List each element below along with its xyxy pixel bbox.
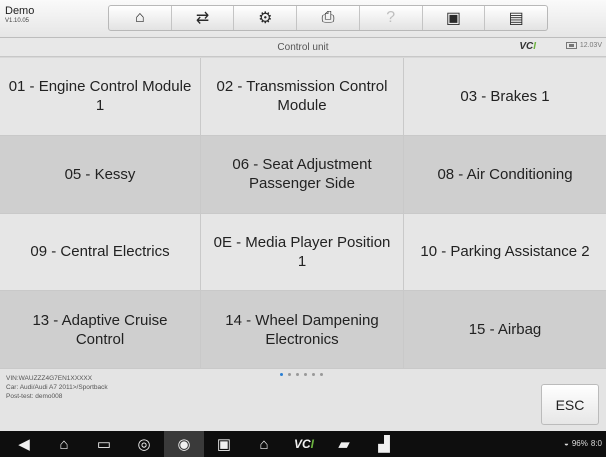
recent-apps-icon[interactable]: ▭ <box>84 431 124 457</box>
workshop-icon[interactable]: ▟ <box>364 431 404 457</box>
vci-nav-icon[interactable]: VC I <box>284 431 324 457</box>
control-unit-button[interactable]: 05 - Kessy <box>0 135 201 214</box>
control-unit-button[interactable]: 0E - Media Player Position 1 <box>201 213 404 292</box>
print-button[interactable]: ⎙ <box>297 6 360 30</box>
app-version: V1.10.05 <box>5 18 30 24</box>
car-battery-icon <box>565 42 577 49</box>
control-unit-button[interactable]: 02 - Transmission Control Module <box>201 58 404 136</box>
vehicle-info: VIN:WAUZZZ4G7EN1XXXXX Car: Audi/Audi A7 … <box>6 374 108 401</box>
home-icon: ⌂ <box>135 9 145 26</box>
vci-label-accent: I <box>533 41 536 52</box>
home-button[interactable]: ⌂ <box>109 6 172 30</box>
control-unit-button[interactable]: 14 - Wheel Dampening Electronics <box>201 291 404 369</box>
battery-indicator: 12.03V <box>565 42 602 49</box>
screen-record-icon[interactable]: ▣ <box>204 431 244 457</box>
esc-button[interactable]: ESC <box>541 384 599 425</box>
save-button[interactable]: ▣ <box>423 6 486 30</box>
home-nav-icon[interactable]: ⌂ <box>44 431 84 457</box>
car-text: Car: Audi/Audi A7 2011>/Sportback <box>6 384 108 391</box>
car-icon[interactable]: ▰ <box>324 431 364 457</box>
battery-percent: 96% <box>571 439 588 448</box>
page-dot[interactable] <box>312 373 315 376</box>
camera-icon[interactable]: ◉ <box>164 431 204 457</box>
page-indicator <box>280 373 323 376</box>
app-name: Demo <box>5 5 35 17</box>
app-window: Demo V1.10.05 ⌂ ⇄ ⚙ ⎙ ? ▣ ▤ Control unit… <box>0 0 606 431</box>
message-icon: ▤ <box>508 10 524 27</box>
control-unit-button[interactable]: 06 - Seat Adjustment Passenger Side <box>201 135 404 214</box>
back-icon[interactable]: ◀ <box>4 431 44 457</box>
post-test-text: Post-test: demo008 <box>6 393 63 400</box>
page-dot[interactable] <box>288 373 291 376</box>
control-unit-button[interactable]: 08 - Air Conditioning <box>404 135 606 214</box>
header-bar: Demo V1.10.05 ⌂ ⇄ ⚙ ⎙ ? ▣ ▤ <box>0 0 606 38</box>
vci-label: VC <box>519 41 534 52</box>
vehicle-swap-icon: ⇄ <box>195 10 210 27</box>
control-unit-button[interactable]: 09 - Central Electrics <box>0 213 201 292</box>
settings-gear-icon: ⚙ <box>258 10 273 27</box>
help-icon: ? <box>386 9 396 26</box>
page-dot[interactable] <box>280 373 283 376</box>
browser-icon[interactable]: ◎ <box>124 431 164 457</box>
message-button[interactable]: ▤ <box>485 6 547 30</box>
vin-text: VIN:WAUZZZ4G7EN1XXXXX <box>6 375 93 382</box>
vci-nav-label: VC <box>293 437 311 451</box>
vehicle-swap-button[interactable]: ⇄ <box>172 6 235 30</box>
settings-button[interactable]: ⚙ <box>234 6 298 30</box>
vci-nav-label-accent: I <box>310 437 314 451</box>
footer-panel: VIN:WAUZZZ4G7EN1XXXXX Car: Audi/Audi A7 … <box>0 369 606 431</box>
status-bar: ◒ 96% 8:0 <box>564 439 602 448</box>
page-dot[interactable] <box>296 373 299 376</box>
toolbar: ⌂ ⇄ ⚙ ⎙ ? ▣ ▤ <box>108 5 548 31</box>
save-icon: ▣ <box>445 10 462 27</box>
page-dot[interactable] <box>304 373 307 376</box>
wifi-icon: ◒ <box>564 439 569 448</box>
control-unit-button[interactable]: 13 - Adaptive Cruise Control <box>0 291 201 369</box>
control-unit-button[interactable]: 10 - Parking Assistance 2 <box>404 213 606 292</box>
page-dot[interactable] <box>320 373 323 376</box>
help-button[interactable]: ? <box>360 6 423 30</box>
page-title: Control unit <box>277 42 329 53</box>
control-unit-button[interactable]: 03 - Brakes 1 <box>404 58 606 136</box>
vci-status-icon: VCI <box>519 41 536 52</box>
maxisys-home-icon[interactable]: ⌂ <box>244 431 284 457</box>
control-unit-button[interactable]: 01 - Engine Control Module 1 <box>0 58 201 136</box>
control-unit-grid: 01 - Engine Control Module 1 02 - Transm… <box>0 58 606 369</box>
battery-voltage: 12.03V <box>579 42 602 49</box>
print-icon: ⎙ <box>321 9 335 26</box>
clock: 8:0 <box>590 439 602 448</box>
control-unit-button[interactable]: 15 - Airbag <box>404 291 606 369</box>
android-nav-bar: ◀ ⌂ ▭ ◎ ◉ ▣ ⌂ VC I ▰ ▟ ◒ 96% 8:0 <box>0 431 606 457</box>
sub-header: Control unit VCI 12.03V <box>0 38 606 57</box>
